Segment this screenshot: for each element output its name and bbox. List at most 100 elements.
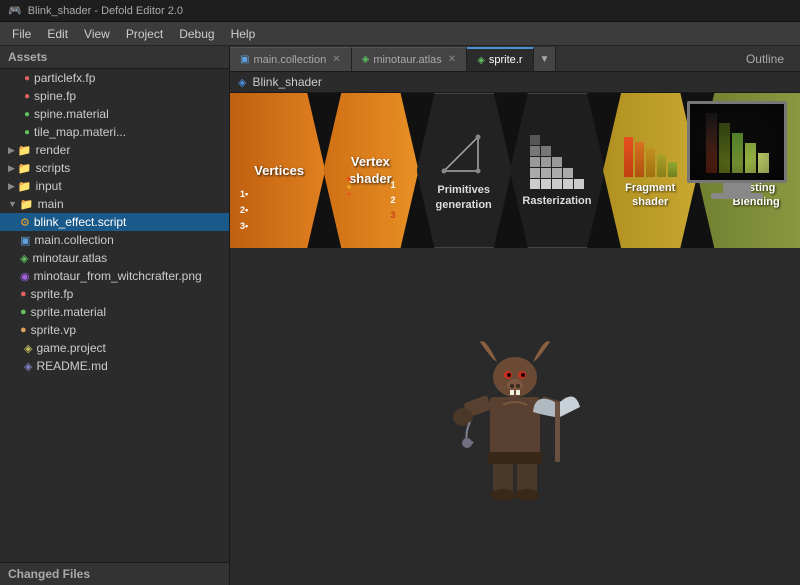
tree-item-minotaur-atlas[interactable]: ◈ minotaur.atlas: [0, 249, 229, 267]
stage-vertex-shader: 1 2 3 Vertexshader: [323, 93, 417, 248]
input-arrow: ▶: [8, 181, 15, 192]
tab-bar: ▣ main.collection ✕ ◈ minotaur.atlas ✕ ◈…: [230, 46, 800, 72]
scripts-folder-icon: 📁: [18, 162, 32, 175]
pipeline: 1• 2• 3• Vertices: [230, 93, 800, 248]
tree-item-scripts[interactable]: ▶ 📁 scripts: [0, 159, 229, 177]
monitor-screen: [687, 101, 787, 183]
tree-item-main[interactable]: ▼ 📁 main: [0, 195, 229, 213]
tab-minotaur-atlas[interactable]: ◈ minotaur.atlas ✕: [352, 47, 468, 71]
monitor-neck: [723, 183, 751, 193]
minotaur-sprite: [425, 317, 605, 517]
minotaur-atlas-label: minotaur.atlas: [32, 251, 107, 265]
stage-primitives: Primitivesgeneration: [417, 93, 511, 248]
render-arrow: ▶: [8, 145, 15, 156]
particlefx-icon: ●: [24, 73, 30, 84]
app-icon: 🎮: [8, 4, 22, 17]
tab-main-collection-close[interactable]: ✕: [332, 54, 340, 65]
tree-item-game-project[interactable]: ◈ game.project: [0, 339, 229, 357]
stage-rasterization: Rasterization: [510, 93, 604, 248]
tile-map-label: tile_map.materi...: [34, 125, 126, 139]
menu-bar: File Edit View Project Debug Help: [0, 22, 800, 46]
blink-script-icon: ⚙: [20, 216, 30, 229]
menu-debug[interactable]: Debug: [171, 25, 222, 43]
main-collection-icon: ▣: [20, 234, 30, 247]
tab-sprite-icon: ◈: [477, 55, 485, 66]
tree-item-tile-map[interactable]: ● tile_map.materi...: [0, 123, 229, 141]
tab-sprite-label: sprite.r: [489, 54, 523, 66]
main-content: ▣ main.collection ✕ ◈ minotaur.atlas ✕ ◈…: [230, 46, 800, 585]
stage-primitives-label: Primitivesgeneration: [436, 183, 492, 212]
tab-minotaur-atlas-label: minotaur.atlas: [373, 54, 441, 66]
tree-item-spine-fp[interactable]: ● spine.fp: [0, 87, 229, 105]
menu-edit[interactable]: Edit: [39, 25, 76, 43]
tree-item-input[interactable]: ▶ 📁 input: [0, 177, 229, 195]
menu-view[interactable]: View: [76, 25, 118, 43]
blink-script-label: blink_effect.script: [34, 215, 127, 229]
tile-map-icon: ●: [24, 127, 30, 138]
sprite-fp-label: sprite.fp: [31, 287, 74, 301]
readme-icon: ◈: [24, 360, 32, 373]
tab-collection-icon: ▣: [240, 54, 249, 65]
game-project-icon: ◈: [24, 342, 32, 355]
sprite-fp-icon: ●: [20, 288, 27, 300]
tree-item-sprite-vp[interactable]: ● sprite.vp: [0, 321, 229, 339]
menu-help[interactable]: Help: [223, 25, 264, 43]
particlefx-label: particlefx.fp: [34, 71, 95, 85]
menu-file[interactable]: File: [4, 25, 39, 43]
tree-item-render[interactable]: ▶ 📁 render: [0, 141, 229, 159]
tree-item-sprite-fp[interactable]: ● sprite.fp: [0, 285, 229, 303]
tab-atlas-icon: ◈: [362, 54, 370, 65]
tab-sprite[interactable]: ◈ sprite.r: [467, 47, 533, 71]
scripts-arrow: ▶: [8, 163, 15, 174]
tab-main-collection-label: main.collection: [253, 54, 326, 66]
tab-dropdown-button[interactable]: ▼: [534, 47, 557, 71]
scripts-label: scripts: [36, 161, 71, 175]
readme-label: README.md: [36, 359, 107, 373]
stage-vertices-label: Vertices: [254, 163, 304, 178]
tree-item-minotaur-png[interactable]: ◉ minotaur_from_witchcrafter.png: [0, 267, 229, 285]
sprite-vp-icon: ●: [20, 324, 27, 336]
editor-title-label: Blink_shader: [252, 75, 321, 89]
sprite-container: [425, 317, 605, 517]
menu-project[interactable]: Project: [118, 25, 171, 43]
spine-fp-label: spine.fp: [34, 89, 76, 103]
main-label: main: [38, 197, 64, 211]
render-folder-icon: 📁: [18, 144, 32, 157]
changed-files-header: Changed Files: [0, 562, 229, 585]
main-arrow: ▼: [8, 199, 17, 209]
tab-dropdown-icon: ▼: [540, 54, 550, 65]
sprite-vp-label: sprite.vp: [31, 323, 76, 337]
tree-item-readme[interactable]: ◈ README.md: [0, 357, 229, 375]
tab-minotaur-atlas-close[interactable]: ✕: [448, 54, 456, 65]
stage-fragment-label: Fragmentshader: [625, 181, 675, 210]
tab-main-collection[interactable]: ▣ main.collection ✕: [230, 47, 352, 71]
editor-title: ◈ Blink_shader: [230, 72, 800, 93]
tree-item-spine-material[interactable]: ● spine.material: [0, 105, 229, 123]
content-area: [230, 248, 800, 585]
tree-item-blink-script[interactable]: ⚙ blink_effect.script: [0, 213, 229, 231]
main-folder-icon: 📁: [20, 198, 34, 211]
input-folder-icon: 📁: [18, 180, 32, 193]
title-bar: 🎮 Blink_shader - Defold Editor 2.0: [0, 0, 800, 22]
monitor: [682, 101, 792, 231]
tree-item-sprite-material[interactable]: ● sprite.material: [0, 303, 229, 321]
assets-header: Assets: [0, 46, 229, 69]
minotaur-atlas-icon: ◈: [20, 252, 28, 265]
input-label: input: [36, 179, 62, 193]
tree-item-particlefx[interactable]: ● particlefx.fp: [0, 69, 229, 87]
spine-material-label: spine.material: [34, 107, 109, 121]
sprite-material-icon: ●: [20, 306, 27, 318]
stage-vertices: 1• 2• 3• Vertices: [230, 93, 324, 248]
app-title: Blink_shader - Defold Editor 2.0: [28, 5, 183, 17]
file-tree: ● particlefx.fp ● spine.fp ● spine.mater…: [0, 69, 229, 562]
main-collection-label: main.collection: [34, 233, 113, 247]
spine-fp-icon: ●: [24, 91, 30, 102]
stage-rasterization-label: Rasterization: [522, 195, 591, 207]
game-project-label: game.project: [36, 341, 105, 355]
sidebar: Assets ● particlefx.fp ● spine.fp ● spin…: [0, 46, 230, 585]
render-label: render: [36, 143, 71, 157]
spine-material-icon: ●: [24, 109, 30, 120]
tree-item-main-collection[interactable]: ▣ main.collection: [0, 231, 229, 249]
monitor-base: [711, 193, 763, 199]
outline-label: Outline: [730, 46, 800, 71]
